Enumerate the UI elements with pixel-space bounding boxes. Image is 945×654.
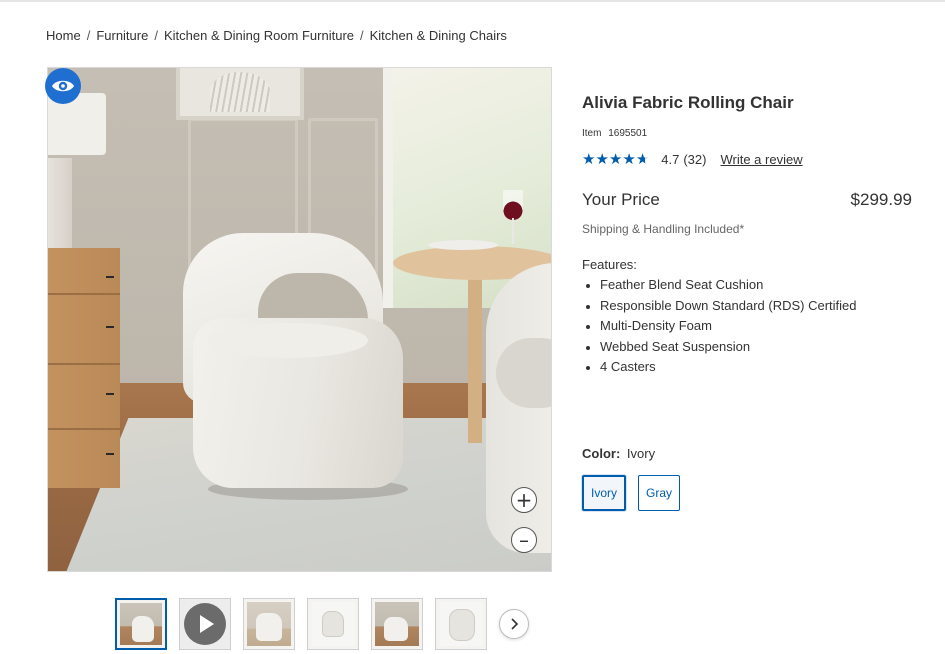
dresser bbox=[48, 248, 120, 488]
zoom-in-button[interactable]: + bbox=[511, 487, 537, 513]
item-label: Item bbox=[582, 128, 602, 139]
breadcrumb-separator: / bbox=[86, 28, 91, 43]
feature-item: Feather Blend Seat Cushion bbox=[582, 275, 857, 296]
color-option-gray[interactable]: Gray bbox=[638, 475, 681, 511]
rating-row: ★ ★ ★ ★ ★ 4.7 (32) Write a review bbox=[582, 152, 803, 168]
chevron-right-icon[interactable] bbox=[499, 609, 529, 639]
star-icon: ★ bbox=[608, 150, 623, 168]
star-icon: ★ bbox=[582, 150, 596, 168]
breadcrumb-furniture[interactable]: Furniture bbox=[96, 28, 148, 43]
breadcrumb: Home / Furniture / Kitchen & Dining Room… bbox=[46, 28, 507, 43]
zoom-out-button[interactable]: – bbox=[511, 527, 537, 553]
star-icon: ★ bbox=[622, 150, 636, 168]
features-heading: Features: bbox=[582, 257, 637, 272]
thumbnail-6[interactable] bbox=[435, 598, 487, 650]
price-label: Your Price bbox=[582, 190, 660, 209]
product-photo bbox=[48, 68, 551, 571]
color-options: Ivory Gray bbox=[582, 475, 692, 511]
product-main-image[interactable] bbox=[47, 67, 552, 572]
wine-glass bbox=[503, 190, 523, 220]
breadcrumb-home[interactable]: Home bbox=[46, 28, 81, 43]
price-value: $299.99 bbox=[850, 190, 912, 209]
thumbnail-3[interactable] bbox=[243, 598, 295, 650]
breadcrumb-kitchen-dining-room-furniture[interactable]: Kitchen & Dining Room Furniture bbox=[164, 28, 354, 43]
star-icon: ★ bbox=[635, 150, 650, 168]
breadcrumb-kitchen-dining-chairs[interactable]: Kitchen & Dining Chairs bbox=[370, 28, 507, 43]
thumbnail-strip bbox=[115, 598, 529, 650]
thumbnail-video[interactable] bbox=[179, 598, 231, 650]
product-title: Alivia Fabric Rolling Chair bbox=[582, 93, 794, 112]
star-rating[interactable]: ★ ★ ★ ★ ★ bbox=[582, 152, 649, 167]
item-number: Item 1695501 bbox=[582, 128, 647, 139]
price-row: Your Price $299.99 bbox=[582, 190, 912, 210]
feature-item: 4 Casters bbox=[582, 357, 857, 378]
write-review-link[interactable]: Write a review bbox=[720, 152, 802, 167]
breadcrumb-separator: / bbox=[154, 28, 158, 43]
feature-item: Webbed Seat Suspension bbox=[582, 337, 857, 358]
rating-value: 4.7 bbox=[661, 152, 680, 167]
item-number-value: 1695501 bbox=[608, 128, 648, 139]
color-option-ivory[interactable]: Ivory bbox=[582, 475, 627, 511]
feature-item: Multi-Density Foam bbox=[582, 316, 857, 337]
shipping-note: Shipping & Handling Included* bbox=[582, 222, 745, 236]
color-selection-label: Color: Ivory bbox=[582, 446, 655, 461]
star-icon: ★ bbox=[595, 150, 609, 168]
eye-icon[interactable] bbox=[45, 68, 81, 104]
features-list: Features: Feather Blend Seat Cushion Res… bbox=[582, 257, 857, 378]
color-label: Color: bbox=[582, 446, 621, 461]
thumbnail-1[interactable] bbox=[115, 598, 167, 650]
top-divider bbox=[0, 0, 945, 2]
review-count[interactable]: (32) bbox=[683, 152, 706, 167]
thumbnail-4[interactable] bbox=[307, 598, 359, 650]
breadcrumb-separator: / bbox=[360, 28, 364, 43]
feature-item: Responsible Down Standard (RDS) Certifie… bbox=[582, 296, 857, 317]
wall-art bbox=[176, 68, 304, 120]
color-value: Ivory bbox=[626, 446, 656, 461]
thumbnail-5[interactable] bbox=[371, 598, 423, 650]
play-icon bbox=[184, 603, 226, 645]
